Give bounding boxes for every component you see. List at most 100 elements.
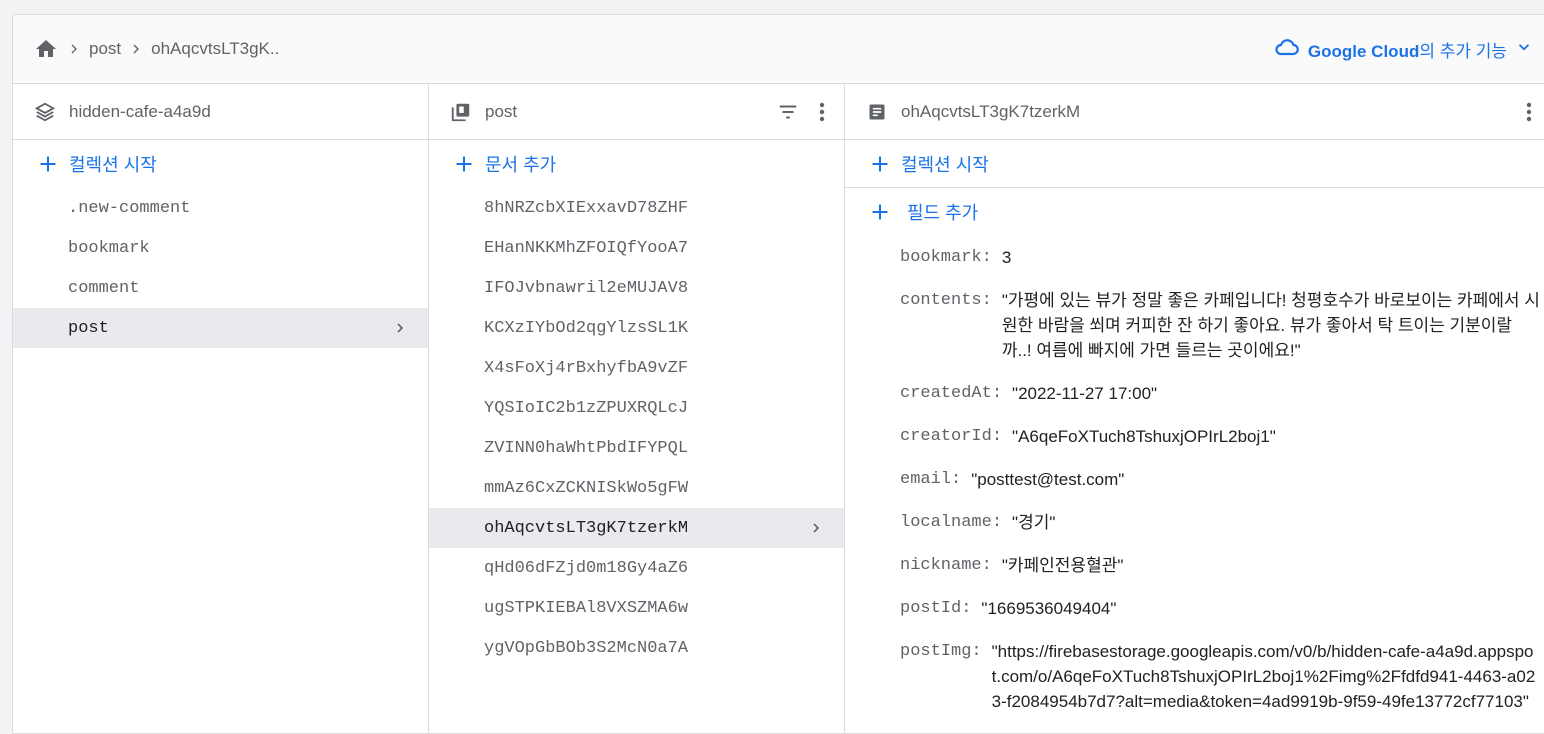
field-key: createdAt:: [900, 384, 1003, 403]
field-key: creatorId:: [900, 427, 1003, 446]
document-item[interactable]: ygVOpGbBOb3S2McN0a7A: [429, 628, 844, 668]
breadcrumb-item-post[interactable]: post: [89, 39, 121, 59]
home-icon[interactable]: [33, 36, 59, 62]
start-subcollection-button[interactable]: 컬렉션 시작: [845, 140, 1544, 188]
plus-icon: [869, 201, 891, 223]
document-item-label: mmAz6CxZCKNISkWo5gFW: [484, 478, 689, 498]
document-item[interactable]: IFOJvbnawril2eMUJAV8: [429, 268, 844, 308]
document-item-label: ugSTPKIEBAl8VXSZMA6w: [484, 598, 689, 618]
field-key: email:: [900, 470, 962, 489]
field-key: nickname:: [900, 556, 992, 575]
field-key: postImg:: [900, 642, 982, 661]
add-field-button[interactable]: 필드 추가: [845, 188, 1544, 236]
field-value: "경기": [1012, 513, 1056, 532]
document-icon: [865, 100, 889, 124]
field-list: bookmark: 3 contents: "가평에 있는 뷰가 정말 좋은 카페입니…: [845, 236, 1544, 723]
field-row[interactable]: createdAt: "2022-11-27 17:00": [900, 372, 1541, 415]
collection-item-label: comment: [68, 278, 140, 298]
document-item-label: EHanNKKMhZFOIQfYooA7: [484, 238, 689, 258]
document-item-label: X4sFoXj4rBxhyfbA9vZF: [484, 358, 689, 378]
field-value: "1669536049404": [981, 599, 1117, 618]
document-item-label: IFOJvbnawril2eMUJAV8: [484, 278, 689, 298]
start-collection-button[interactable]: 컬렉션 시작: [13, 140, 428, 188]
firestore-console: post ohAqcvtsLT3gK.. Google Cloud의 추가 기능…: [12, 14, 1544, 734]
collection-column-title: post: [485, 101, 518, 121]
document-item[interactable]: qHd06dFZjd0m18Gy4aZ6: [429, 548, 844, 588]
chevron-right-icon: [390, 318, 410, 338]
field-value: "https://firebasestorage.googleapis.com/…: [991, 642, 1536, 711]
collection-list: .new-comment bookmark comment post: [13, 188, 428, 348]
google-cloud-suffix: 의 추가 기능: [1419, 41, 1507, 61]
document-item-label: YQSIoIC2b1zZPUXRQLcJ: [484, 398, 689, 418]
top-bar: post ohAqcvtsLT3gK.. Google Cloud의 추가 기능: [13, 15, 1544, 84]
add-field-label: 필드 추가: [907, 203, 979, 223]
document-column: ohAqcvtsLT3gK7tzerkM 컬렉션 시작 필드 추가 bookma…: [845, 84, 1544, 733]
add-document-label: 문서 추가: [485, 155, 557, 175]
field-row[interactable]: contents: "가평에 있는 뷰가 정말 좋은 카페입니다! 청평호수가 바…: [900, 279, 1541, 372]
document-item-label: ZVINN0haWhtPbdIFYPQL: [484, 438, 689, 458]
breadcrumb-item-document[interactable]: ohAqcvtsLT3gK..: [151, 39, 279, 59]
add-document-button[interactable]: 문서 추가: [429, 140, 844, 188]
plus-icon: [37, 153, 59, 175]
document-column-header: ohAqcvtsLT3gK7tzerkM: [845, 84, 1544, 140]
field-row[interactable]: nickname: "카페인전용혈관": [900, 544, 1541, 587]
document-item[interactable]: EHanNKKMhZFOIQfYooA7: [429, 228, 844, 268]
document-item[interactable]: YQSIoIC2b1zZPUXRQLcJ: [429, 388, 844, 428]
field-row[interactable]: postId: "1669536049404": [900, 587, 1541, 630]
collection-item[interactable]: comment: [13, 268, 428, 308]
document-item-label: KCXzIYbOd2qgYlzsSL1K: [484, 318, 689, 338]
field-value: "A6qeFoXTuch8TshuxjOPIrL2boj1": [1012, 427, 1276, 446]
more-vert-icon[interactable]: [810, 100, 834, 124]
field-row[interactable]: email: "posttest@test.com": [900, 458, 1541, 501]
document-item-label: 8hNRZcbXIExxavD78ZHF: [484, 198, 689, 218]
google-cloud-extras-button[interactable]: Google Cloud의 추가 기능: [1274, 37, 1544, 62]
field-key: localname:: [900, 513, 1003, 532]
field-key: bookmark:: [900, 248, 992, 267]
start-collection-label: 컬렉션 시작: [69, 155, 157, 175]
field-value: "posttest@test.com": [971, 470, 1125, 489]
field-value: "가평에 있는 뷰가 정말 좋은 카페입니다! 청평호수가 바로보이는 카페에서…: [1001, 291, 1540, 360]
collection-item[interactable]: post: [13, 308, 428, 348]
collection-item[interactable]: .new-comment: [13, 188, 428, 228]
field-value: "카페인전용혈관": [1001, 556, 1124, 575]
plus-icon: [869, 153, 891, 175]
document-item[interactable]: KCXzIYbOd2qgYlzsSL1K: [429, 308, 844, 348]
database-stack-icon: [33, 100, 57, 124]
field-value: "2022-11-27 17:00": [1012, 384, 1158, 403]
breadcrumb: post ohAqcvtsLT3gK..: [33, 36, 1274, 62]
document-item-label: ohAqcvtsLT3gK7tzerkM: [484, 518, 689, 538]
field-row[interactable]: creatorId: "A6qeFoXTuch8TshuxjOPIrL2boj1": [900, 415, 1541, 458]
root-column-title: hidden-cafe-a4a9d: [69, 101, 211, 121]
collection-item-label: bookmark: [68, 238, 150, 258]
collection-icon: [449, 100, 473, 124]
document-item[interactable]: mmAz6CxZCKNISkWo5gFW: [429, 468, 844, 508]
chevron-right-icon: [59, 41, 89, 57]
document-item[interactable]: ZVINN0haWhtPbdIFYPQL: [429, 428, 844, 468]
collection-column: post 문서 추가 8hNRZcbXIExxavD78ZHF EHanNKKMh…: [429, 84, 845, 733]
collection-item-label: .new-comment: [68, 198, 191, 218]
collection-column-header: post: [429, 84, 844, 140]
collection-item-label: post: [68, 318, 109, 338]
field-key: contents:: [900, 291, 992, 310]
chevron-right-icon: [121, 41, 151, 57]
document-item[interactable]: X4sFoXj4rBxhyfbA9vZF: [429, 348, 844, 388]
root-column: hidden-cafe-a4a9d 컬렉션 시작 .new-comment boo…: [13, 84, 429, 733]
document-list: 8hNRZcbXIExxavD78ZHF EHanNKKMhZFOIQfYooA7…: [429, 188, 844, 668]
field-row[interactable]: postImg: "https://firebasestorage.googlea…: [900, 630, 1541, 723]
cloud-icon: [1274, 37, 1300, 62]
collection-item[interactable]: bookmark: [13, 228, 428, 268]
field-row[interactable]: localname: "경기": [900, 501, 1541, 544]
google-cloud-brand: Google Cloud: [1307, 41, 1420, 61]
start-subcollection-label: 컬렉션 시작: [901, 154, 989, 175]
field-row[interactable]: bookmark: 3: [900, 236, 1541, 279]
field-value: 3: [1001, 248, 1012, 267]
document-item[interactable]: ugSTPKIEBAl8VXSZMA6w: [429, 588, 844, 628]
document-item-label: qHd06dFZjd0m18Gy4aZ6: [484, 558, 689, 578]
more-vert-icon[interactable]: [1517, 100, 1541, 124]
chevron-right-icon: [806, 518, 826, 538]
document-item[interactable]: 8hNRZcbXIExxavD78ZHF: [429, 188, 844, 228]
document-item-label: ygVOpGbBOb3S2McN0a7A: [484, 638, 689, 658]
document-item[interactable]: ohAqcvtsLT3gK7tzerkM: [429, 508, 844, 548]
filter-icon[interactable]: [776, 100, 800, 124]
document-column-title: ohAqcvtsLT3gK7tzerkM: [901, 101, 1081, 121]
